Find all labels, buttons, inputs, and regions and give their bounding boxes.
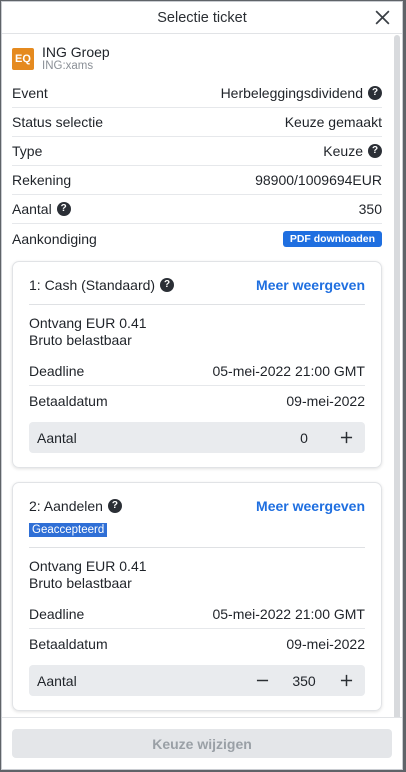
detail-label: Aantal	[12, 201, 52, 217]
deadline-value: 05-mei-2022 21:00 GMT	[212, 363, 365, 379]
window-title: Selectie ticket	[157, 9, 247, 26]
detail-label: Type	[12, 143, 43, 159]
help-icon[interactable]: ?	[368, 86, 382, 100]
show-more-link[interactable]: Meer weergeven	[256, 498, 365, 514]
option-deadline-row: Deadline 05-mei-2022 21:00 GMT	[29, 600, 365, 629]
detail-row-status: Status selectie Keuze gemaakt	[12, 108, 382, 137]
minus-icon[interactable]	[251, 670, 273, 692]
quantity-value[interactable]: 0	[273, 430, 335, 446]
detail-value: Herbeleggingsdividend	[220, 85, 363, 101]
option-paydate-row: Betaaldatum 09-mei-2022	[29, 386, 365, 415]
paydate-label: Betaaldatum	[29, 635, 108, 652]
ticket-content[interactable]: EQ ING Groep ING:xams Event Herbelegging…	[2, 35, 392, 717]
show-more-link[interactable]: Meer weergeven	[256, 277, 365, 293]
pdf-download-button[interactable]: PDF downloaden	[282, 230, 382, 247]
deadline-label: Deadline	[29, 363, 85, 379]
equity-badge: EQ	[12, 48, 34, 70]
detail-label: Event	[12, 85, 48, 101]
detail-row-type: Type Keuze ?	[12, 137, 382, 166]
title-bar: Selectie ticket	[2, 2, 402, 34]
option-tax-text: Bruto belastbaar	[29, 332, 132, 348]
detail-row-event: Event Herbeleggingsdividend ?	[12, 79, 382, 108]
quantity-stepper[interactable]: Aantal 350	[29, 665, 365, 696]
detail-value: 98900/1009694EUR	[255, 172, 382, 188]
detail-value: Keuze	[323, 143, 363, 159]
option-tax-text: Bruto belastbaar	[29, 575, 132, 591]
option-card-cash: 1: Cash (Standaard) ? Meer weergeven Ont…	[12, 261, 382, 468]
help-icon[interactable]: ?	[56, 202, 71, 216]
option-receive-text: Ontvang EUR 0.41	[29, 558, 147, 574]
footer: Keuze wijzigen	[2, 717, 402, 769]
help-icon[interactable]: ?	[368, 144, 382, 158]
detail-value: 350	[358, 201, 382, 217]
option-title: 1: Cash (Standaard)	[29, 277, 156, 293]
deadline-label: Deadline	[29, 606, 85, 622]
detail-value: Keuze gemaakt	[284, 114, 382, 130]
change-choice-button[interactable]: Keuze wijzigen	[12, 729, 392, 758]
plus-icon[interactable]	[335, 427, 357, 449]
option-paydate-row: Betaaldatum 09-mei-2022	[29, 629, 365, 658]
help-icon[interactable]: ?	[107, 499, 122, 513]
detail-label: Status selectie	[12, 114, 104, 130]
quantity-label: Aantal	[37, 429, 77, 446]
detail-row-announcement: Aankondiging PDF downloaden	[12, 224, 382, 253]
instrument-header: EQ ING Groep ING:xams	[2, 35, 392, 79]
scrollbar[interactable]	[394, 35, 400, 720]
paydate-value: 09-mei-2022	[286, 392, 365, 409]
quantity-label: Aantal	[37, 672, 77, 689]
instrument-ticker: ING:xams	[42, 60, 94, 72]
selection-ticket-window: Selectie ticket EQ ING Groep ING:xams Ev…	[1, 1, 403, 770]
option-card-shares: 2: Aandelen ? Meer weergeven Geaccepteer…	[12, 482, 382, 711]
option-title: 2: Aandelen	[29, 498, 103, 514]
help-icon[interactable]: ?	[160, 278, 175, 292]
detail-row-quantity: Aantal ? 350	[12, 195, 382, 224]
option-receive-text: Ontvang EUR 0.41	[29, 315, 147, 331]
detail-label: Rekening	[12, 172, 72, 188]
quantity-value[interactable]: 350	[273, 673, 335, 689]
option-deadline-row: Deadline 05-mei-2022 21:00 GMT	[29, 357, 365, 386]
status-badge: Geaccepteerd	[29, 523, 108, 537]
paydate-value: 09-mei-2022	[286, 635, 365, 652]
plus-icon[interactable]	[335, 670, 357, 692]
deadline-value: 05-mei-2022 21:00 GMT	[212, 606, 365, 622]
close-icon[interactable]	[374, 9, 391, 26]
paydate-label: Betaaldatum	[29, 392, 108, 409]
detail-row-account: Rekening 98900/1009694EUR	[12, 166, 382, 195]
detail-label: Aankondiging	[12, 230, 97, 247]
instrument-name: ING Groep	[42, 44, 110, 60]
quantity-stepper[interactable]: Aantal 0	[29, 422, 365, 453]
